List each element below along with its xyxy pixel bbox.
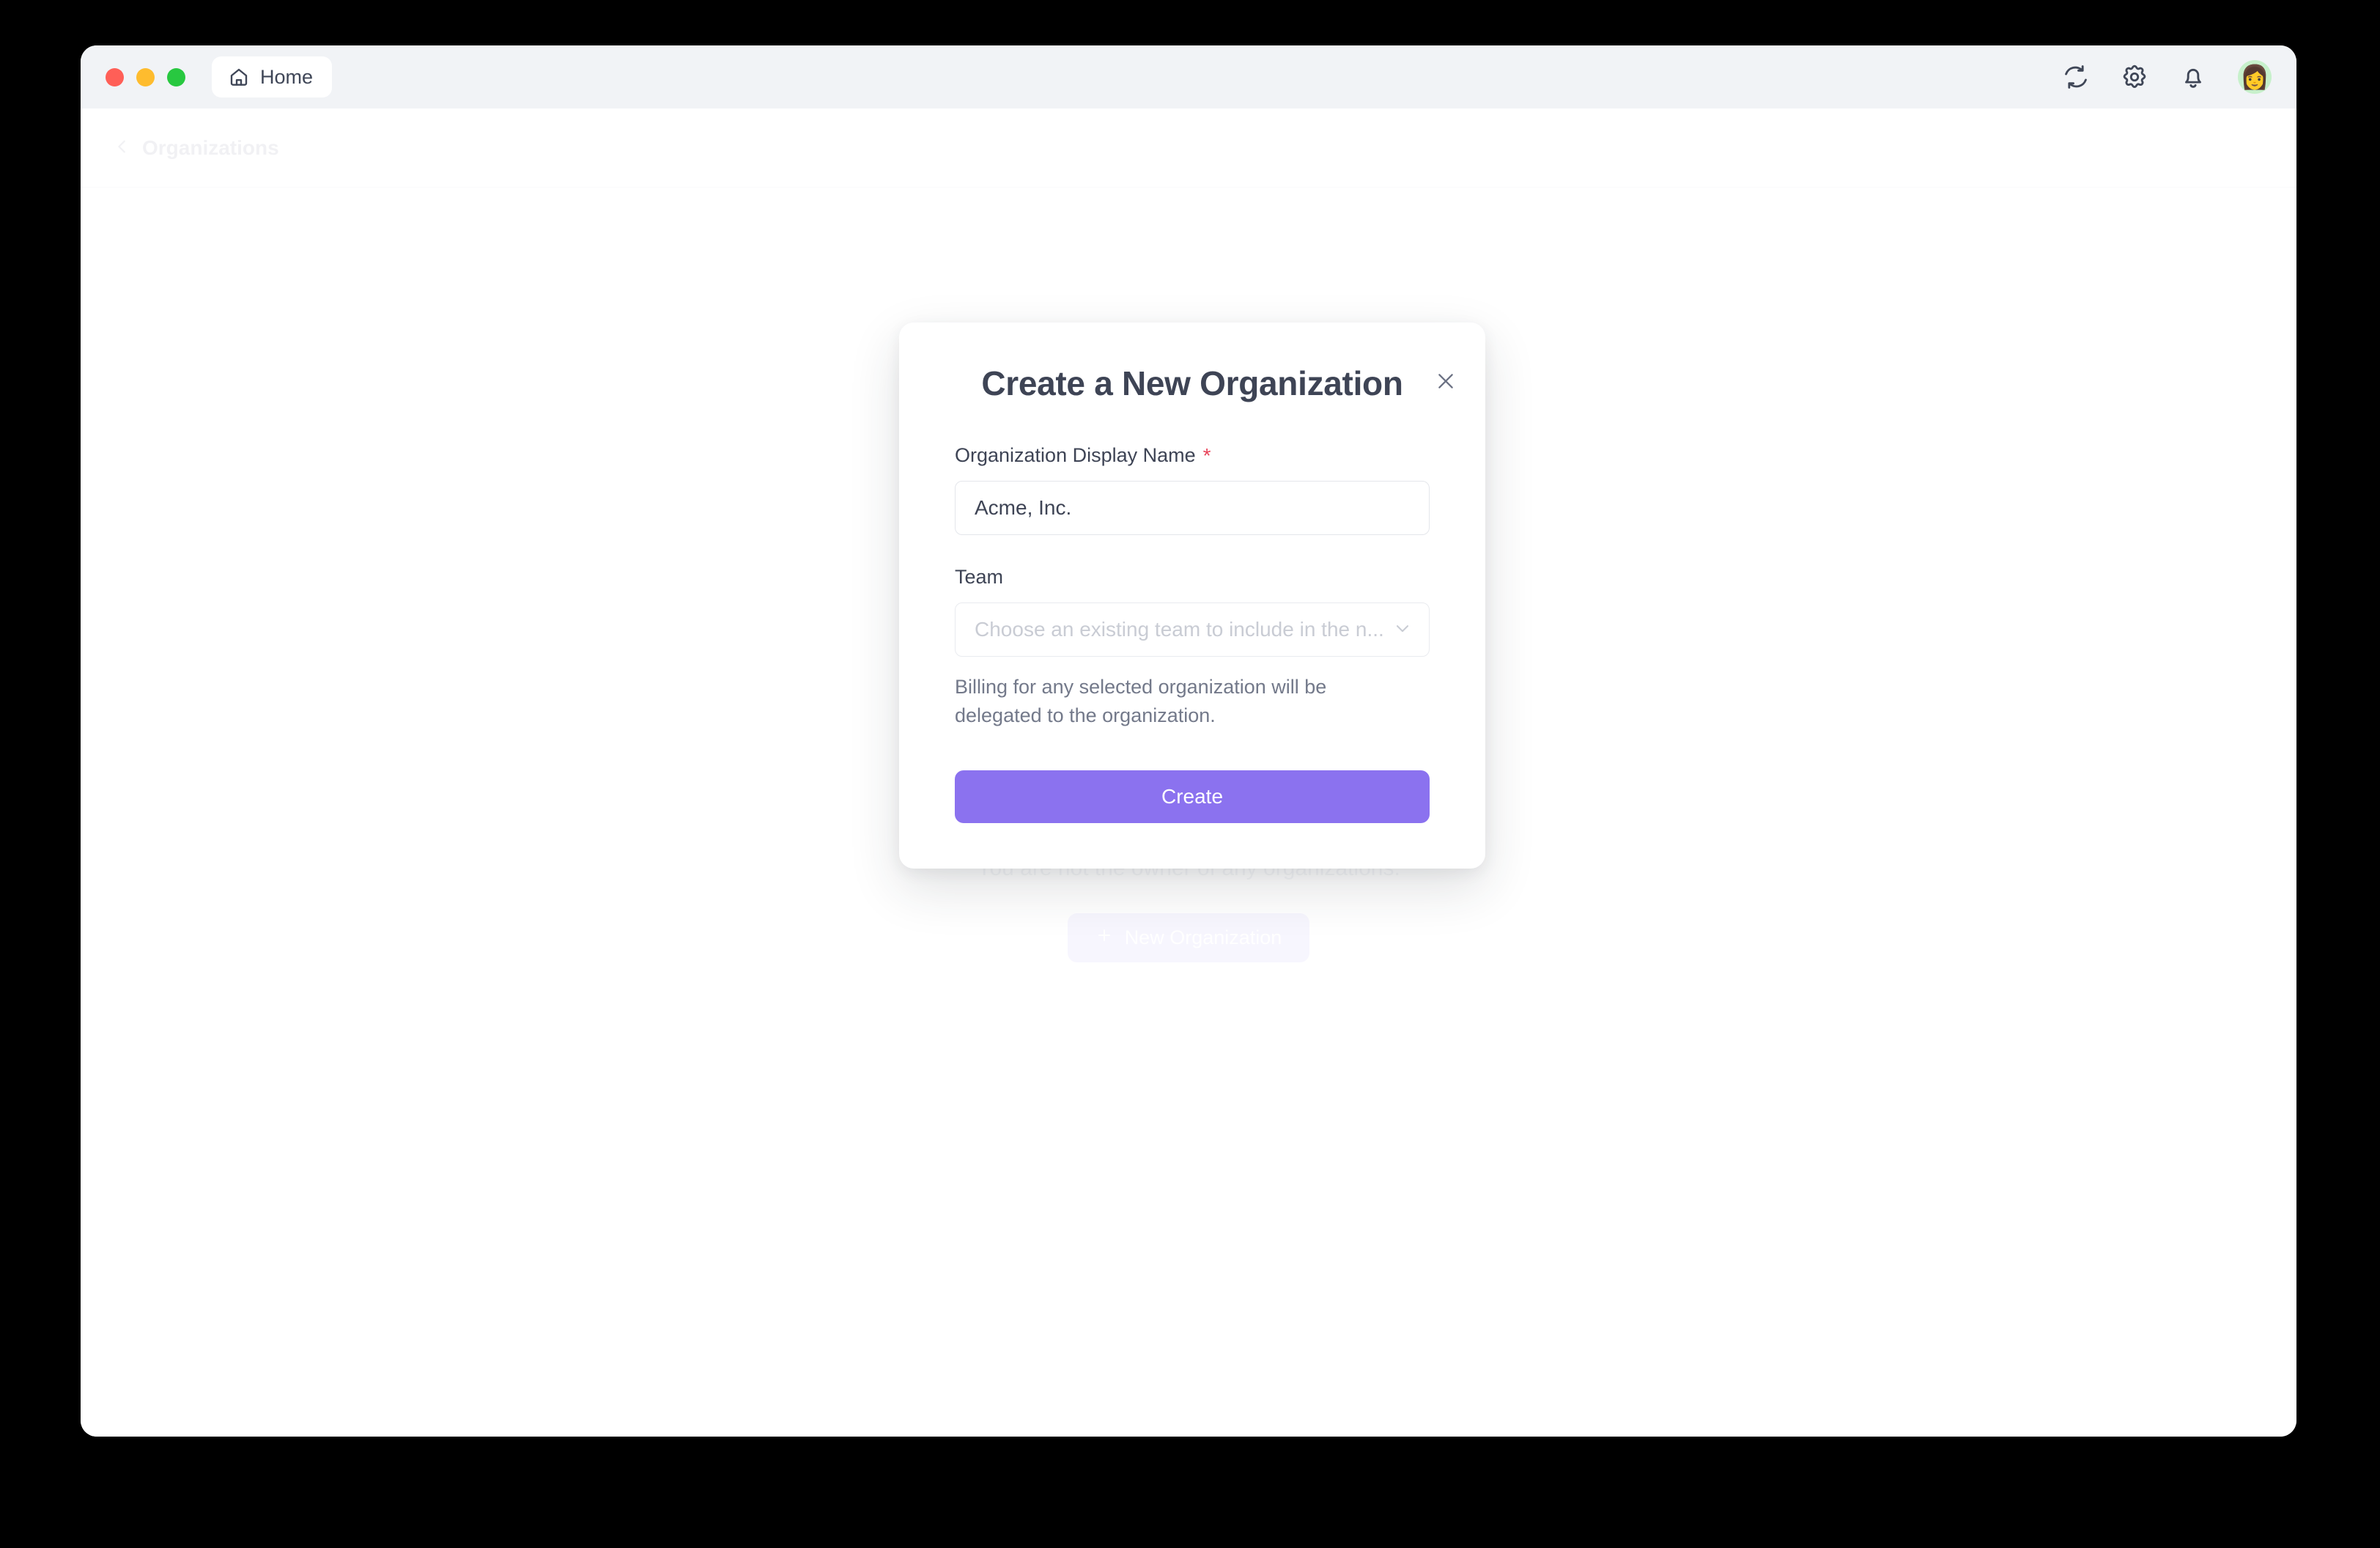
avatar[interactable]: 👩 bbox=[2238, 60, 2272, 94]
window-close-button[interactable] bbox=[106, 67, 124, 86]
tab-home[interactable]: Home bbox=[212, 56, 333, 97]
titlebar: Home � bbox=[81, 45, 2296, 108]
display-name-label-text: Organization Display Name bbox=[955, 444, 1196, 466]
refresh-icon[interactable] bbox=[2062, 63, 2090, 91]
close-button[interactable] bbox=[1430, 365, 1462, 397]
create-button[interactable]: Create bbox=[955, 770, 1430, 823]
app-window: Home � bbox=[81, 45, 2296, 1437]
close-icon bbox=[1434, 369, 1457, 393]
titlebar-actions: 👩 bbox=[2062, 60, 2272, 94]
required-marker: * bbox=[1202, 443, 1211, 467]
team-select-placeholder: Choose an existing team to include in th… bbox=[975, 618, 1384, 641]
team-select[interactable]: Choose an existing team to include in th… bbox=[955, 602, 1430, 657]
dialog-title: Create a New Organization bbox=[981, 364, 1403, 402]
tab-home-label: Home bbox=[260, 65, 314, 88]
chevron-down-icon bbox=[1392, 618, 1413, 642]
dialog-header: Create a New Organization bbox=[955, 364, 1453, 403]
team-helper-text: Billing for any selected organization wi… bbox=[955, 676, 1327, 727]
field-team: Team Choose an existing team to include … bbox=[955, 566, 1430, 731]
window-minimize-button[interactable] bbox=[136, 67, 155, 86]
avatar-emoji: 👩 bbox=[2240, 64, 2269, 90]
team-label: Team bbox=[955, 566, 1430, 589]
window-maximize-button[interactable] bbox=[167, 67, 185, 86]
bell-icon[interactable] bbox=[2179, 63, 2207, 91]
page-body: Organizations You are not the owner of a… bbox=[81, 108, 2296, 1437]
display-name-input[interactable] bbox=[955, 481, 1430, 535]
gear-icon[interactable] bbox=[2121, 63, 2148, 91]
field-display-name: Organization Display Name * bbox=[955, 444, 1430, 535]
traffic-lights bbox=[106, 67, 185, 86]
modal-overlay[interactable]: Create a New Organization Organization D… bbox=[81, 108, 2296, 1437]
team-label-text: Team bbox=[955, 566, 1004, 588]
display-name-label: Organization Display Name * bbox=[955, 444, 1430, 467]
create-organization-dialog: Create a New Organization Organization D… bbox=[899, 322, 1485, 869]
home-icon bbox=[228, 66, 250, 88]
